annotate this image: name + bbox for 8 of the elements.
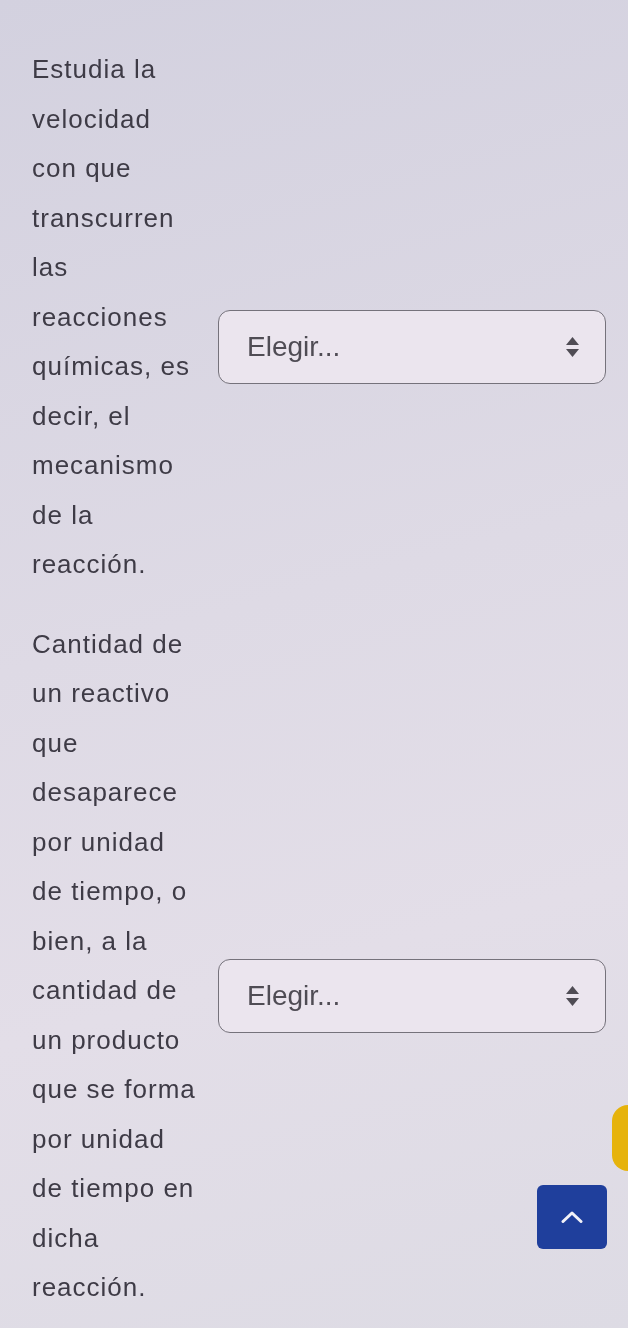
- up-down-arrows-icon: [566, 986, 579, 1006]
- question-text: Cantidad de un reactivo que desaparece por unidad de tiempo, o bien, a la cantidad de un producto que se forma por unidad de tiempo en dicha reacción.: [32, 627, 197, 1304]
- up-down-arrows-icon: [566, 337, 579, 358]
- answer-dropdown[interactable]: Elegir...: [218, 959, 606, 1033]
- chevron-up-icon: [561, 1211, 583, 1223]
- back-to-top-button[interactable]: [537, 1185, 607, 1249]
- answer-dropdown[interactable]: Elegir...: [218, 310, 606, 385]
- question-text: Estudia la velocidad con que transcurren las reacciones químicas, es decir, el mecanismo de la reacción.: [32, 53, 191, 581]
